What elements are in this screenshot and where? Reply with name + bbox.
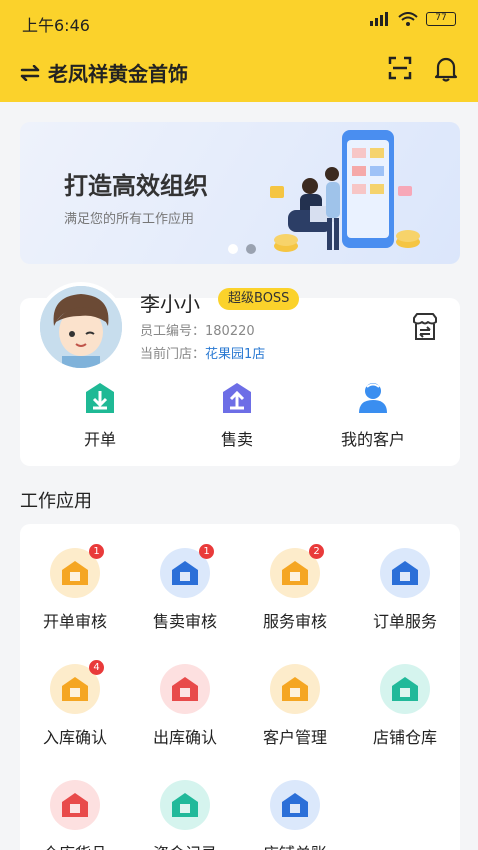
open-order-icon — [86, 383, 114, 413]
quick-sell[interactable]: 售卖 — [167, 380, 307, 450]
app-title: 老凤祥黄金首饰 — [48, 62, 188, 86]
top-bar: 上午6:46 77 老凤祥黄金首饰 — [0, 0, 478, 102]
app-icon-bg — [160, 664, 210, 714]
goods-icon — [62, 793, 88, 817]
app-label: 开单审核 — [42, 612, 107, 631]
current-store-row: 当前门店：花果园1店 — [140, 343, 265, 362]
notification-badge: 1 — [89, 544, 104, 559]
section-title: 工作应用 — [20, 491, 92, 512]
store-review-icon — [282, 561, 308, 585]
quick-my-customers[interactable]: 我的客户 — [303, 380, 443, 450]
chart-icon — [282, 677, 308, 701]
stock-in-icon — [62, 677, 88, 701]
store-review-icon — [62, 561, 88, 585]
app-label: 服务审核 — [262, 612, 327, 631]
sell-icon — [223, 383, 251, 413]
promo-banner[interactable]: 打造高效组织 满足您的所有工作应用 — [20, 122, 460, 264]
header: 老凤祥黄金首饰 — [20, 58, 188, 87]
app-icon-bg: 4 — [50, 660, 104, 714]
switch-icon[interactable] — [20, 64, 40, 81]
app-label: 店铺仓库 — [372, 728, 437, 747]
app-icon-bg: 1 — [160, 544, 214, 598]
store-review-icon — [172, 561, 198, 585]
app-item[interactable]: 仓库货品 — [20, 780, 130, 850]
employee-number-label: 员工编号： — [140, 324, 206, 339]
money-icon — [172, 793, 198, 817]
app-label: 客户管理 — [262, 728, 327, 747]
app-icon-bg — [160, 780, 210, 830]
store-order-icon — [392, 561, 418, 585]
header-actions — [388, 56, 458, 82]
app-icon-bg — [380, 664, 430, 714]
app-item[interactable]: 订单服务 — [350, 548, 460, 632]
quick-open-order-label: 开单 — [83, 430, 116, 449]
banner-pagination — [228, 244, 256, 254]
quick-sell-label: 售卖 — [220, 430, 253, 449]
app-label: 仓库货品 — [20, 840, 130, 850]
app-item[interactable]: 店铺仓库 — [350, 664, 460, 748]
app-item[interactable]: 1 开单审核 — [20, 544, 130, 632]
current-store[interactable]: 花果园1店 — [205, 347, 265, 362]
app-item[interactable]: 1 售卖审核 — [130, 544, 240, 632]
notification-badge: 1 — [199, 544, 214, 559]
pagination-dot-active[interactable] — [228, 244, 238, 254]
app-item[interactable]: 4 入库确认 — [20, 660, 130, 748]
employee-number: 180220 — [205, 324, 255, 339]
app-icon-bg — [380, 548, 430, 598]
app-item[interactable]: 2 服务审核 — [240, 544, 350, 632]
app-item[interactable]: 客户管理 — [240, 664, 350, 748]
avatar-image — [40, 286, 122, 368]
app-label: 订单服务 — [372, 612, 437, 631]
warehouse-icon — [392, 677, 418, 701]
app-item[interactable]: 资金记录 — [130, 780, 240, 850]
avatar[interactable] — [36, 282, 126, 372]
bell-icon[interactable] — [434, 56, 458, 82]
app-label: 入库确认 — [42, 728, 107, 747]
stock-out-icon — [172, 677, 198, 701]
app-icon-bg — [270, 780, 320, 830]
pagination-dot[interactable] — [246, 244, 256, 254]
app-icon-bg — [50, 780, 100, 830]
app-icon-bg — [270, 664, 320, 714]
app-label: 店铺单账 — [240, 840, 350, 850]
current-store-label: 当前门店： — [140, 347, 206, 362]
status-icons: 77 — [368, 12, 456, 26]
scan-icon[interactable] — [388, 56, 412, 80]
profile-name: 李小小 — [140, 292, 200, 316]
banner-title: 打造高效组织 — [64, 172, 208, 200]
notification-badge: 2 — [309, 544, 324, 559]
banner-subtitle: 满足您的所有工作应用 — [64, 212, 195, 227]
role-badge: 超级BOSS — [218, 288, 300, 310]
banner-illustration — [270, 130, 420, 252]
app-item[interactable]: 店铺单账 — [240, 780, 350, 850]
employee-number-row: 员工编号：180220 — [140, 320, 255, 339]
app-label: 资金记录 — [130, 840, 240, 850]
wifi-icon — [398, 12, 418, 26]
app-label: 出库确认 — [152, 728, 217, 747]
app-icon-bg: 2 — [270, 544, 324, 598]
status-time: 上午6:46 — [22, 16, 90, 35]
customer-icon — [359, 383, 387, 413]
app-icon-bg: 1 — [50, 544, 104, 598]
app-item[interactable]: 出库确认 — [130, 664, 240, 748]
store-ledger-icon — [282, 793, 308, 817]
quick-open-order[interactable]: 开单 — [30, 380, 170, 450]
quick-my-customers-label: 我的客户 — [340, 430, 405, 449]
signal-icon — [370, 12, 388, 26]
app-label: 售卖审核 — [152, 612, 217, 631]
battery-icon: 77 — [426, 12, 456, 26]
notification-badge: 4 — [89, 660, 104, 675]
switch-store-icon[interactable] — [410, 312, 440, 342]
